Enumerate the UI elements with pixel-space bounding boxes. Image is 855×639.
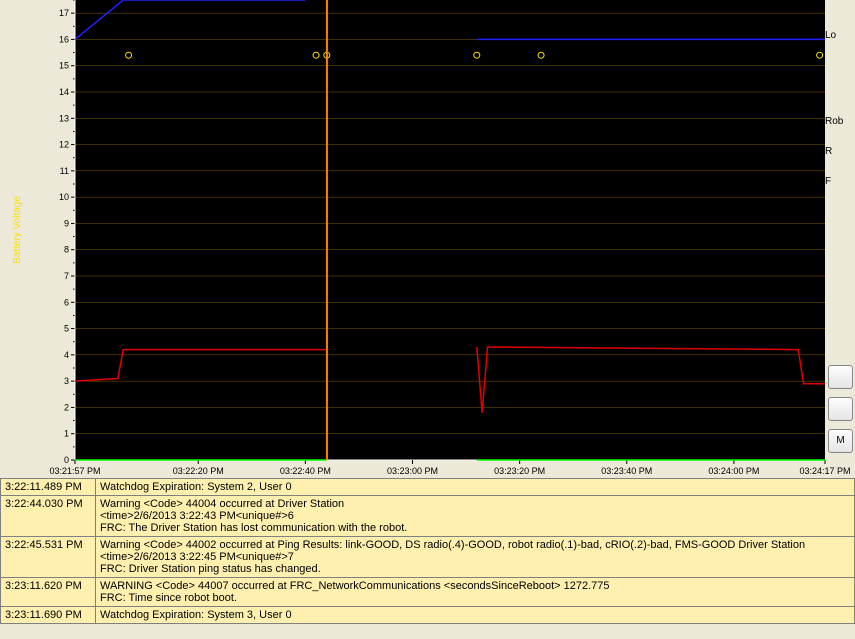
event-message: WARNING <Code> 44007 occurred at FRC_Net… (96, 578, 855, 607)
right-button-stack: M (828, 365, 853, 461)
svg-text:10: 10 (59, 192, 69, 202)
svg-text:03:24:17 PM: 03:24:17 PM (799, 466, 850, 476)
label-f: F (825, 176, 855, 190)
event-time: 3:22:11.489 PM (1, 479, 96, 496)
svg-text:03:24:00 PM: 03:24:00 PM (708, 466, 759, 476)
svg-text:14: 14 (59, 87, 69, 97)
svg-text:2: 2 (64, 402, 69, 412)
event-row[interactable]: 3:23:11.690 PMWatchdog Expiration: Syste… (1, 607, 855, 624)
button-2[interactable] (828, 397, 853, 421)
svg-text:03:22:40 PM: 03:22:40 PM (280, 466, 331, 476)
svg-text:12: 12 (59, 140, 69, 150)
svg-text:13: 13 (59, 113, 69, 123)
svg-text:4: 4 (64, 350, 69, 360)
svg-text:03:22:20 PM: 03:22:20 PM (173, 466, 224, 476)
event-row[interactable]: 3:22:11.489 PMWatchdog Expiration: Syste… (1, 479, 855, 496)
button-m[interactable]: M (828, 429, 853, 453)
svg-text:8: 8 (64, 245, 69, 255)
event-time: 3:23:11.620 PM (1, 578, 96, 607)
log-chart[interactable]: Battery Voltage 012345678910111213141516… (0, 0, 855, 495)
label-lo: Lo (825, 30, 855, 44)
event-row[interactable]: 3:23:11.620 PMWARNING <Code> 44007 occur… (1, 578, 855, 607)
svg-text:11: 11 (60, 166, 69, 176)
svg-text:15: 15 (59, 61, 69, 71)
label-r: R (825, 146, 855, 160)
event-time: 3:22:44.030 PM (1, 496, 96, 537)
event-message: Warning <Code> 44002 occurred at Ping Re… (96, 537, 855, 578)
event-message: Warning <Code> 44004 occurred at Driver … (96, 496, 855, 537)
event-log[interactable]: 3:22:11.489 PMWatchdog Expiration: Syste… (0, 478, 855, 624)
svg-text:03:23:00 PM: 03:23:00 PM (387, 466, 438, 476)
event-message: Watchdog Expiration: System 2, User 0 (96, 479, 855, 496)
button-1[interactable] (828, 365, 853, 389)
event-time: 3:23:11.690 PM (1, 607, 96, 624)
svg-text:0: 0 (64, 455, 69, 465)
event-row[interactable]: 3:22:45.531 PMWarning <Code> 44002 occur… (1, 537, 855, 578)
svg-text:6: 6 (64, 297, 69, 307)
event-message: Watchdog Expiration: System 3, User 0 (96, 607, 855, 624)
right-panel-labels: Lo Rob R F (825, 30, 855, 206)
label-rob: Rob (825, 116, 855, 130)
svg-text:17: 17 (59, 8, 69, 18)
y-axis-label: Battery Voltage (12, 196, 23, 264)
svg-text:03:23:40 PM: 03:23:40 PM (601, 466, 652, 476)
event-row[interactable]: 3:22:44.030 PMWarning <Code> 44004 occur… (1, 496, 855, 537)
svg-text:03:21:57 PM: 03:21:57 PM (49, 466, 100, 476)
svg-text:5: 5 (64, 324, 69, 334)
svg-text:9: 9 (64, 218, 69, 228)
svg-text:16: 16 (59, 34, 69, 44)
svg-text:3: 3 (64, 376, 69, 386)
svg-text:1: 1 (64, 429, 69, 439)
event-time: 3:22:45.531 PM (1, 537, 96, 578)
svg-text:7: 7 (64, 271, 69, 281)
svg-text:03:23:20 PM: 03:23:20 PM (494, 466, 545, 476)
